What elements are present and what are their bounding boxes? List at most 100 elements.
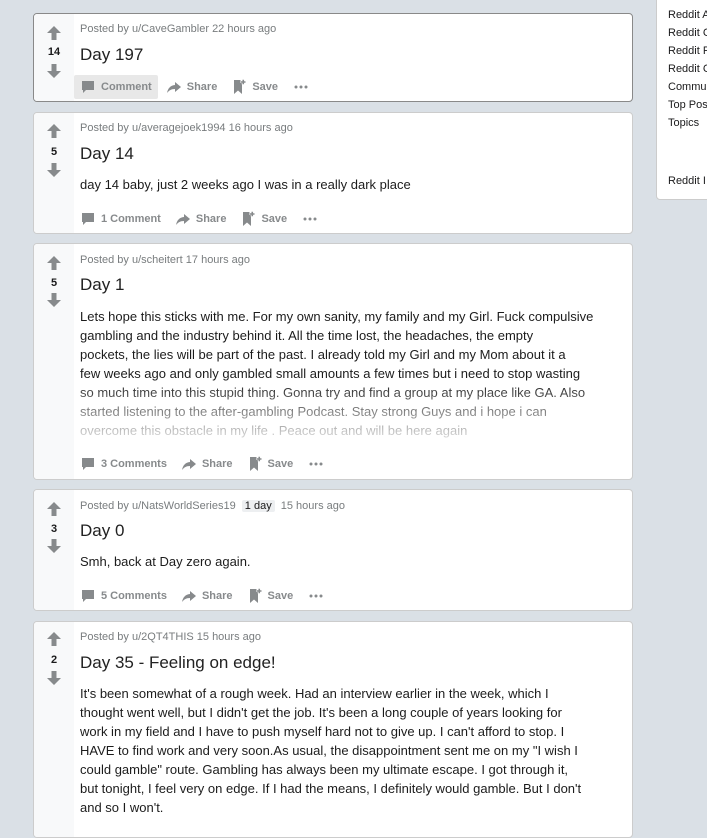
- post-body-line: Lets hope this sticks with me. For my ow…: [80, 309, 594, 324]
- save-button[interactable]: Save: [241, 584, 300, 608]
- save-button[interactable]: Save: [241, 452, 300, 476]
- comment-label: Comment: [101, 81, 152, 93]
- comment-button[interactable]: 1 Comment: [74, 207, 167, 231]
- comment-button[interactable]: Comment: [74, 75, 158, 99]
- post-body: day 14 baby, just 2 weeks ago I was in a…: [80, 177, 411, 192]
- comment-count: 3: [101, 458, 108, 470]
- save-button[interactable]: Save: [225, 75, 284, 99]
- vote-column: 14: [34, 14, 74, 101]
- post-body-line: gambling and the industry behind it. All…: [80, 328, 534, 343]
- upvote-icon[interactable]: [46, 631, 62, 647]
- post-actions: 3 Comments Share Save: [74, 452, 338, 476]
- post-body-line: overcome this obstacle in my life . Peac…: [80, 423, 468, 438]
- post-body: Lets hope this sticks with me. For my ow…: [80, 307, 628, 440]
- post-title[interactable]: Day 35 - Feeling on edge!: [80, 653, 276, 673]
- ellipsis-icon: [309, 594, 323, 598]
- post-title[interactable]: Day 1: [80, 275, 124, 295]
- comment-icon: [80, 79, 96, 95]
- share-label: Share: [201, 458, 233, 470]
- post-body-line: HAVE to find work and very soon.As usual…: [80, 743, 578, 758]
- post-body: Smh, back at Day zero again.: [80, 554, 251, 569]
- save-icon: [247, 588, 263, 604]
- downvote-icon[interactable]: [46, 63, 62, 79]
- save-icon: [240, 211, 256, 227]
- upvote-icon[interactable]: [46, 255, 62, 271]
- downvote-icon[interactable]: [46, 670, 62, 686]
- post-actions: Comment Share Save: [74, 75, 323, 99]
- post-score: 5: [50, 146, 58, 158]
- ellipsis-icon: [303, 217, 317, 221]
- more-options-button[interactable]: [301, 584, 336, 608]
- post-meta: Posted by u/2QT4THIS 15 hours ago: [80, 631, 261, 643]
- vote-column: 5: [34, 244, 74, 479]
- comment-count: 1: [101, 213, 108, 225]
- ellipsis-icon: [309, 462, 323, 466]
- share-button[interactable]: Share: [169, 207, 233, 231]
- more-options-button[interactable]: [286, 75, 321, 99]
- comment-label: Comment: [110, 213, 161, 225]
- post-body-line: but tonight, I feel very on edge. If I h…: [80, 781, 582, 796]
- post-actions: 1 Comment Share Save: [74, 207, 332, 231]
- post-title[interactable]: Day 197: [80, 45, 143, 65]
- share-label: Share: [195, 213, 227, 225]
- post-score: 2: [50, 654, 58, 666]
- post-score: 14: [47, 46, 61, 58]
- post-card[interactable]: 5 Posted by u/scheitert 17 hours ago Day…: [33, 243, 633, 480]
- post-card[interactable]: 5 Posted by u/averagejoek1994 16 hours a…: [33, 112, 633, 234]
- share-icon: [181, 588, 197, 604]
- post-time: 15 hours ago: [280, 500, 345, 512]
- save-button[interactable]: Save: [234, 207, 293, 231]
- more-options-button[interactable]: [301, 452, 336, 476]
- comment-button[interactable]: 3 Comments: [74, 452, 173, 476]
- downvote-icon[interactable]: [46, 538, 62, 554]
- post-card[interactable]: 3 Posted by u/NatsWorldSeries19 1 day 15…: [33, 489, 633, 611]
- post-score: 5: [50, 277, 58, 289]
- upvote-icon[interactable]: [46, 25, 62, 41]
- post-author[interactable]: Posted by u/NatsWorldSeries19: [80, 500, 236, 512]
- share-button[interactable]: Share: [175, 452, 239, 476]
- comment-button[interactable]: 5 Comments: [74, 584, 173, 608]
- save-label: Save: [267, 458, 294, 470]
- post-body-line: and so I won't.: [80, 800, 164, 815]
- share-icon: [166, 79, 182, 95]
- post-title[interactable]: Day 0: [80, 521, 124, 541]
- post-card[interactable]: 14 Posted by u/CaveGambler 22 hours ago …: [33, 13, 633, 102]
- save-label: Save: [267, 590, 294, 602]
- save-icon: [231, 79, 247, 95]
- comment-icon: [80, 456, 96, 472]
- post-meta: Posted by u/NatsWorldSeries19 1 day 15 h…: [80, 500, 345, 512]
- more-options-button[interactable]: [295, 207, 330, 231]
- save-label: Save: [252, 81, 279, 93]
- post-body-line: thought went well, but I didn't get the …: [80, 705, 562, 720]
- upvote-icon[interactable]: [46, 501, 62, 517]
- post-body-line: It's been somewhat of a rough week. Had …: [80, 686, 549, 701]
- save-icon: [247, 456, 263, 472]
- post-meta: Posted by u/scheitert 17 hours ago: [80, 254, 250, 266]
- vote-column: 5: [34, 113, 74, 233]
- share-button[interactable]: Share: [175, 584, 239, 608]
- post-body-line: so much time into this stupid thing. Gon…: [80, 385, 586, 400]
- downvote-icon[interactable]: [46, 292, 62, 308]
- comment-icon: [80, 211, 96, 227]
- post-title[interactable]: Day 14: [80, 144, 134, 164]
- vote-column: 2: [34, 622, 74, 837]
- post-meta: Posted by u/averagejoek1994 16 hours ago: [80, 122, 293, 134]
- comment-icon: [80, 588, 96, 604]
- share-icon: [181, 456, 197, 472]
- post-body-line: few weeks ago and only gambled small amo…: [80, 366, 581, 381]
- downvote-icon[interactable]: [46, 162, 62, 178]
- upvote-icon[interactable]: [46, 123, 62, 139]
- share-label: Share: [201, 590, 233, 602]
- user-flair: 1 day: [241, 500, 275, 512]
- save-label: Save: [261, 213, 288, 225]
- post-body: It's been somewhat of a rough week. Had …: [80, 684, 628, 817]
- post-feed: 14 Posted by u/CaveGambler 22 hours ago …: [0, 0, 707, 838]
- share-icon: [175, 211, 191, 227]
- share-label: Share: [186, 81, 218, 93]
- post-body-line: could gamble" route. Gambling has always…: [80, 762, 569, 777]
- post-card[interactable]: 2 Posted by u/2QT4THIS 15 hours ago Day …: [33, 621, 633, 838]
- vote-column: 3: [34, 490, 74, 610]
- post-body-line: started listening to the after-gambling …: [80, 404, 547, 419]
- share-button[interactable]: Share: [160, 75, 224, 99]
- ellipsis-icon: [294, 85, 308, 89]
